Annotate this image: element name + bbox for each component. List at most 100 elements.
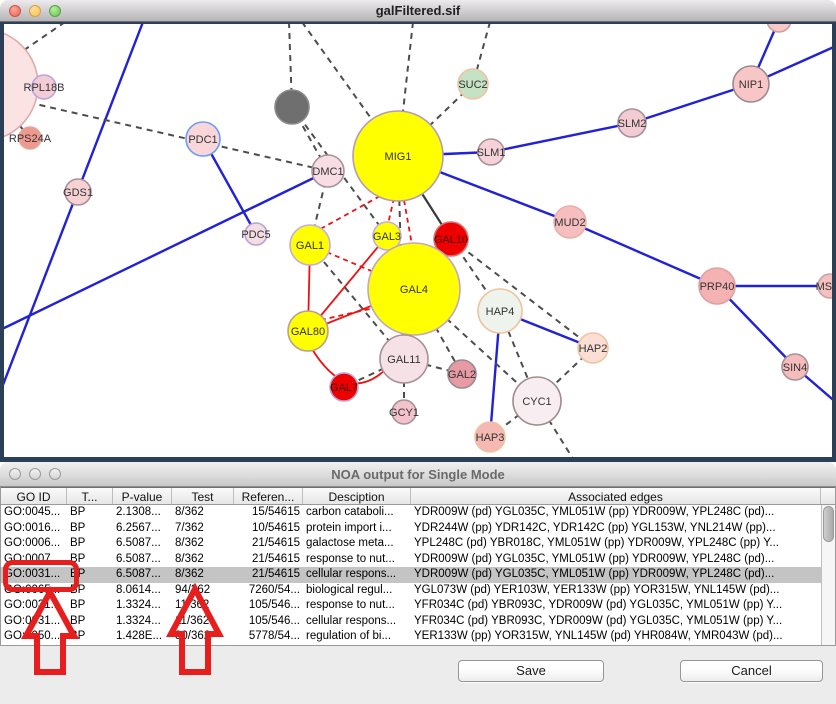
cell-edges: YFR034C (pd) YBR093C, YDR009W (pd) YGL03… [411,598,821,614]
node-label: GAL80 [291,326,325,338]
network-edge [404,200,412,245]
column-header-associated-edges[interactable]: Associated edges [411,488,821,504]
cell-p: 6.5087... [113,536,172,552]
node-label: SLM2 [618,118,647,130]
cell-test: 7/362 [172,521,234,537]
network-canvas[interactable]: RPL18BRPS24AGDS1PDC1PDC5DMC1MIG1SUC2SLM1… [0,22,836,462]
table-row[interactable]: GO:0031...BP1.3324...11/362105/546...res… [1,598,835,614]
noa-titlebar[interactable]: NOA output for Single Mode [0,462,836,487]
network-titlebar[interactable]: galFiltered.sif [0,0,836,22]
cell-p: 6.5087... [113,567,172,583]
zoom-button[interactable] [49,468,61,480]
network-edge [388,198,394,224]
column-header-reference[interactable]: Referen... [234,488,303,504]
cell-go: GO:0065... [1,583,67,599]
node-label: MSL1 [816,281,836,293]
node-label: MUD2 [554,217,585,229]
network-edge [451,239,593,348]
close-button[interactable] [9,468,21,480]
cell-go: GO:0031... [1,598,67,614]
cell-desc: regulation of bi... [303,629,411,645]
cell-desc: response to nut... [303,598,411,614]
cell-ref: 7260/54... [234,583,303,599]
minimize-button[interactable] [29,468,41,480]
table-scrollbar[interactable] [821,505,835,645]
cell-type: BP [67,552,113,568]
cell-go: GO:0031... [1,614,67,630]
cell-p: 1.428E... [113,629,172,645]
cell-desc: galactose meta... [303,536,411,552]
cell-desc: cellular respons... [303,614,411,630]
cell-ref: 15/54615 [234,505,303,521]
column-header-p-value[interactable]: P-value [113,488,172,504]
cell-type: BP [67,536,113,552]
network-edge [491,123,632,152]
column-header-test[interactable]: Test [172,488,234,504]
cell-type: BP [67,567,113,583]
network-edge [0,171,328,330]
close-button[interactable] [9,5,21,17]
node-label: GAL2 [448,369,476,381]
table-row[interactable]: GO:0065...BP8.0614...94/3627260/54...bio… [1,583,835,599]
node-label: HAP3 [476,432,505,444]
zoom-button[interactable] [49,5,61,17]
node-label: SLM1 [477,147,506,159]
node-label: DMC1 [312,166,343,178]
table-body: GO:0045...BP2.1308...8/36215/54615carbon… [1,505,835,645]
column-header-type[interactable]: T... [67,488,113,504]
cell-edges: YER133W (pp) YOR315W, YNL145W (pd) YHR08… [411,629,821,645]
column-header-stub [821,488,835,504]
cell-type: BP [67,629,113,645]
node-label: NIP1 [739,79,763,91]
results-table: GO ID T... P-value Test Referen... Desci… [0,487,836,645]
window-title: NOA output for Single Mode [80,462,756,487]
cell-test: 80/362 [172,629,234,645]
cell-type: BP [67,583,113,599]
minimize-button[interactable] [29,5,41,17]
cell-desc: protein import i... [303,521,411,537]
node-label: RPL18B [24,82,65,94]
table-row[interactable]: GO:0016...BP6.2567...7/36210/54615protei… [1,521,835,537]
cell-p: 8.0614... [113,583,172,599]
cell-type: BP [67,614,113,630]
cell-edges: YDR244W (pp) YDR142C, YDR142C (pp) YGL15… [411,521,821,537]
column-header-go-id[interactable]: GO ID [1,488,67,504]
node-label: GAL4 [400,284,428,296]
scrollbar-thumb[interactable] [823,506,834,542]
cell-test: 8/362 [172,552,234,568]
cell-ref: 10/54615 [234,521,303,537]
table-bottom-divider [0,645,836,646]
cell-p: 1.3324... [113,614,172,630]
cell-go: GO:0007... [1,552,67,568]
cell-edges: YGL073W (pd) YER103W, YER133W (pp) YOR31… [411,583,821,599]
table-row[interactable]: GO:0006...BP6.5087...8/36221/54615galact… [1,536,835,552]
node-label: PDC5 [241,229,270,241]
table-row[interactable]: GO:0031...BP6.5087...8/36221/54615cellul… [1,567,835,583]
table-row[interactable]: GO:0045...BP2.1308...8/36215/54615carbon… [1,505,835,521]
cell-test: 11/362 [172,614,234,630]
cell-test: 11/362 [172,598,234,614]
network-graph: RPL18BRPS24AGDS1PDC1PDC5DMC1MIG1SUC2SLM1… [0,22,836,462]
column-header-description[interactable]: Desciption [303,488,411,504]
table-row[interactable]: GO:0007...BP6.5087...8/36221/54615respon… [1,552,835,568]
cancel-button[interactable]: Cancel [680,660,823,682]
cell-desc: response to nut... [303,552,411,568]
cell-p: 6.5087... [113,552,172,568]
cell-ref: 21/54615 [234,567,303,583]
node-label: GAL3 [373,231,401,243]
network-node[interactable] [275,90,309,124]
cell-edges: YDR009W (pd) YGL035C, YML051W (pp) YDR00… [411,552,821,568]
table-row[interactable]: GO:0050...BP1.428E...80/3625778/54...reg… [1,629,835,645]
cell-p: 2.1308... [113,505,172,521]
table-header: GO ID T... P-value Test Referen... Desci… [1,487,835,505]
save-button[interactable]: Save [458,660,604,682]
cell-edges: YDR009W (pd) YGL035C, YML051W (pp) YDR00… [411,505,821,521]
node-label: CYC1 [522,396,551,408]
cell-test: 8/362 [172,536,234,552]
cell-edges: YPL248C (pd) YBR018C, YML051W (pp) YDR00… [411,536,821,552]
cell-test: 8/362 [172,567,234,583]
table-row[interactable]: GO:0031...BP1.3324...11/362105/546...cel… [1,614,835,630]
node-label: GAL1 [296,240,324,252]
cell-type: BP [67,505,113,521]
network-node[interactable] [767,22,791,32]
